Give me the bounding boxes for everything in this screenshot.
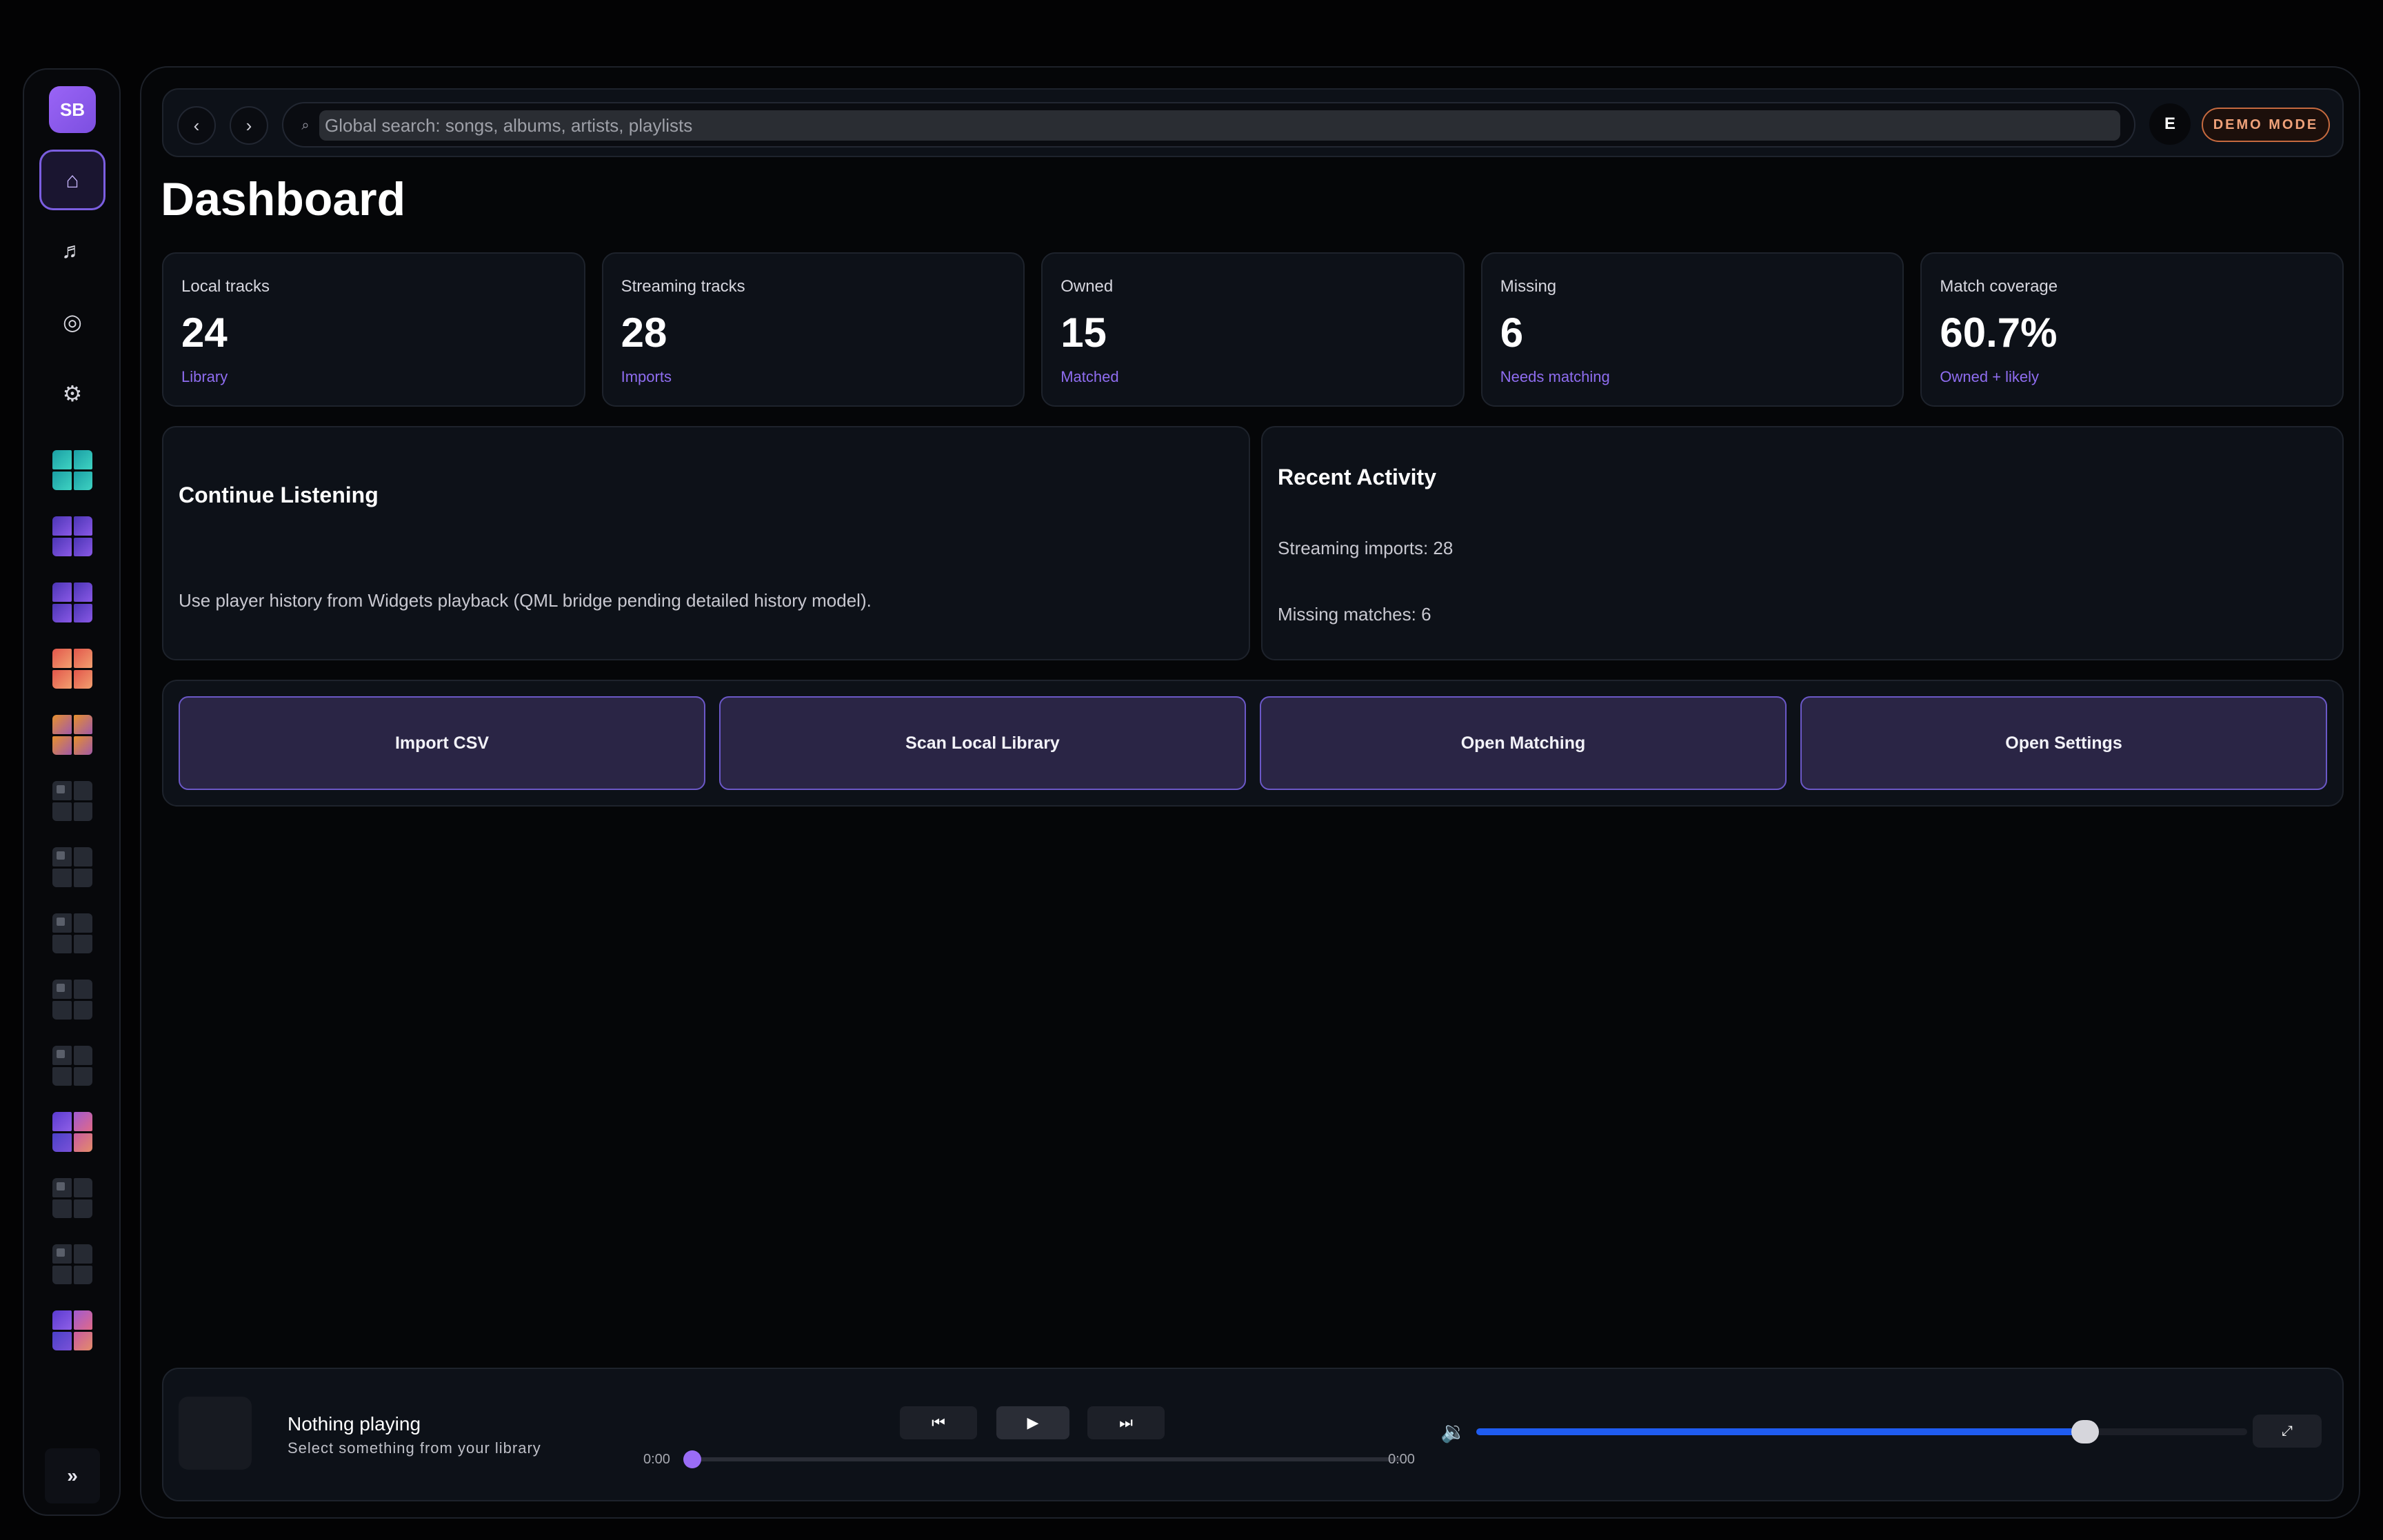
expand-sidebar-button[interactable]: » <box>45 1448 100 1503</box>
open-settings-button[interactable]: Open Settings <box>1800 696 2327 790</box>
top-bar: ‹ › ⌕ E DEMO MODE <box>162 88 2344 157</box>
user-avatar-button[interactable]: E <box>2149 103 2191 145</box>
seek-bar[interactable] <box>689 1457 1400 1461</box>
now-playing-subtitle: Select something from your library <box>288 1439 541 1457</box>
activity-line: Missing matches: 6 <box>1278 604 1431 625</box>
stat-label: Missing <box>1500 277 1557 296</box>
stat-card-match-coverage: Match coverage 60.7% Owned + likely <box>1920 252 2344 407</box>
forward-button[interactable]: › <box>230 106 268 145</box>
seek-handle[interactable] <box>683 1450 701 1468</box>
skip-previous-icon: ⏮ <box>932 1414 945 1431</box>
stat-card-missing: Missing 6 Needs matching <box>1480 252 1904 407</box>
stat-value: 15 <box>1060 310 1107 356</box>
volume-handle[interactable] <box>2071 1420 2100 1443</box>
playlist-thumbnail[interactable] <box>52 980 92 1020</box>
stat-subtitle: Owned + likely <box>1940 368 2040 385</box>
duration-time: 0:00 <box>1388 1452 1415 1467</box>
volume-icon[interactable]: 🔉 <box>1440 1420 1466 1444</box>
page-title: Dashboard <box>161 173 406 225</box>
stat-card-local-tracks: Local tracks 24 Library <box>162 252 585 407</box>
stat-card-streaming-tracks: Streaming tracks 28 Imports <box>601 252 1025 407</box>
stat-subtitle: Matched <box>1060 368 1119 385</box>
main-window: ‹ › ⌕ E DEMO MODE Dashboard Local tracks… <box>140 66 2360 1519</box>
playlist-thumbnail[interactable] <box>52 781 92 821</box>
expand-icon: ⤢ <box>2282 1423 2293 1439</box>
stat-subtitle: Needs matching <box>1500 368 1610 385</box>
stat-value: 6 <box>1500 310 1524 356</box>
stats-row: Local tracks 24 Library Streaming tracks… <box>162 252 2344 407</box>
playlist-thumbnail[interactable] <box>52 1310 92 1350</box>
playlist-thumbnail[interactable] <box>52 1112 92 1152</box>
sidebar-rail: SB ⌂ ♬ ◎ ⚙ » <box>23 68 121 1516</box>
playlist-thumbnail[interactable] <box>52 450 92 490</box>
skip-next-icon: ⏭ <box>1119 1414 1133 1431</box>
open-matching-button[interactable]: Open Matching <box>1260 696 1787 790</box>
demo-mode-badge[interactable]: DEMO MODE <box>2202 108 2330 142</box>
stat-value: 60.7% <box>1940 310 2058 356</box>
panel-title: Recent Activity <box>1278 465 1436 489</box>
nav-settings-button[interactable]: ⚙ <box>39 363 105 424</box>
music-note-icon: ♬ <box>61 237 83 263</box>
playlist-thumbnail[interactable] <box>52 847 92 887</box>
playlist-thumbnail[interactable] <box>52 1178 92 1218</box>
playlist-thumbnail[interactable] <box>52 1244 92 1284</box>
stat-subtitle: Imports <box>621 368 672 385</box>
search-input[interactable] <box>319 110 2120 141</box>
now-playing-title: Nothing playing <box>288 1413 421 1435</box>
playlist-thumbnail[interactable] <box>52 913 92 953</box>
import-csv-button[interactable]: Import CSV <box>179 696 705 790</box>
nav-home-button[interactable]: ⌂ <box>39 150 105 210</box>
elapsed-time: 0:00 <box>643 1452 670 1467</box>
panel-text: Use player history from Widgets playback… <box>179 590 872 611</box>
panel-title: Continue Listening <box>179 483 379 507</box>
search-icon: ⌕ <box>301 117 310 133</box>
volume-slider[interactable] <box>1476 1420 2247 1443</box>
playlist-thumbnail[interactable] <box>52 582 92 622</box>
volume-fill <box>1476 1428 2086 1435</box>
recent-activity-panel: Recent Activity Streaming imports: 28 Mi… <box>1261 426 2344 660</box>
previous-button[interactable]: ⏮ <box>900 1406 977 1439</box>
continue-listening-panel: Continue Listening Use player history fr… <box>162 426 1250 660</box>
quick-actions: Import CSV Scan Local Library Open Match… <box>162 680 2344 807</box>
scan-local-library-button[interactable]: Scan Local Library <box>719 696 1246 790</box>
fullscreen-button[interactable]: ⤢ <box>2253 1415 2322 1448</box>
next-button[interactable]: ⏭ <box>1087 1406 1165 1439</box>
album-cover <box>179 1397 252 1470</box>
stat-value: 28 <box>621 310 667 356</box>
back-button[interactable]: ‹ <box>177 106 216 145</box>
playlist-thumbnail[interactable] <box>52 649 92 689</box>
global-search: ⌕ <box>282 102 2135 148</box>
double-chevron-right-icon: » <box>67 1465 78 1486</box>
play-icon: ▶ <box>1027 1414 1039 1431</box>
stat-subtitle: Library <box>181 368 228 385</box>
stat-label: Local tracks <box>181 277 270 296</box>
chevron-left-icon: ‹ <box>193 114 200 136</box>
nav-radio-button[interactable]: ◎ <box>39 292 105 352</box>
activity-line: Streaming imports: 28 <box>1278 538 1454 558</box>
radio-icon: ◎ <box>63 310 82 334</box>
home-icon: ⌂ <box>66 167 79 192</box>
play-button[interactable]: ▶ <box>996 1406 1069 1439</box>
playlist-thumbnail[interactable] <box>52 1046 92 1086</box>
stat-label: Owned <box>1060 277 1114 296</box>
stat-label: Streaming tracks <box>621 277 745 296</box>
playlist-thumbnail[interactable] <box>52 516 92 556</box>
player-bar: Nothing playing Select something from yo… <box>162 1368 2344 1501</box>
gear-icon: ⚙ <box>62 381 83 406</box>
nav-music-button[interactable]: ♬ <box>39 220 105 281</box>
stat-value: 24 <box>181 310 228 356</box>
app-avatar[interactable]: SB <box>49 86 96 133</box>
stat-label: Match coverage <box>1940 277 2058 296</box>
chevron-right-icon: › <box>245 114 252 136</box>
stat-card-owned: Owned 15 Matched <box>1041 252 1465 407</box>
playlist-thumbnail[interactable] <box>52 715 92 755</box>
